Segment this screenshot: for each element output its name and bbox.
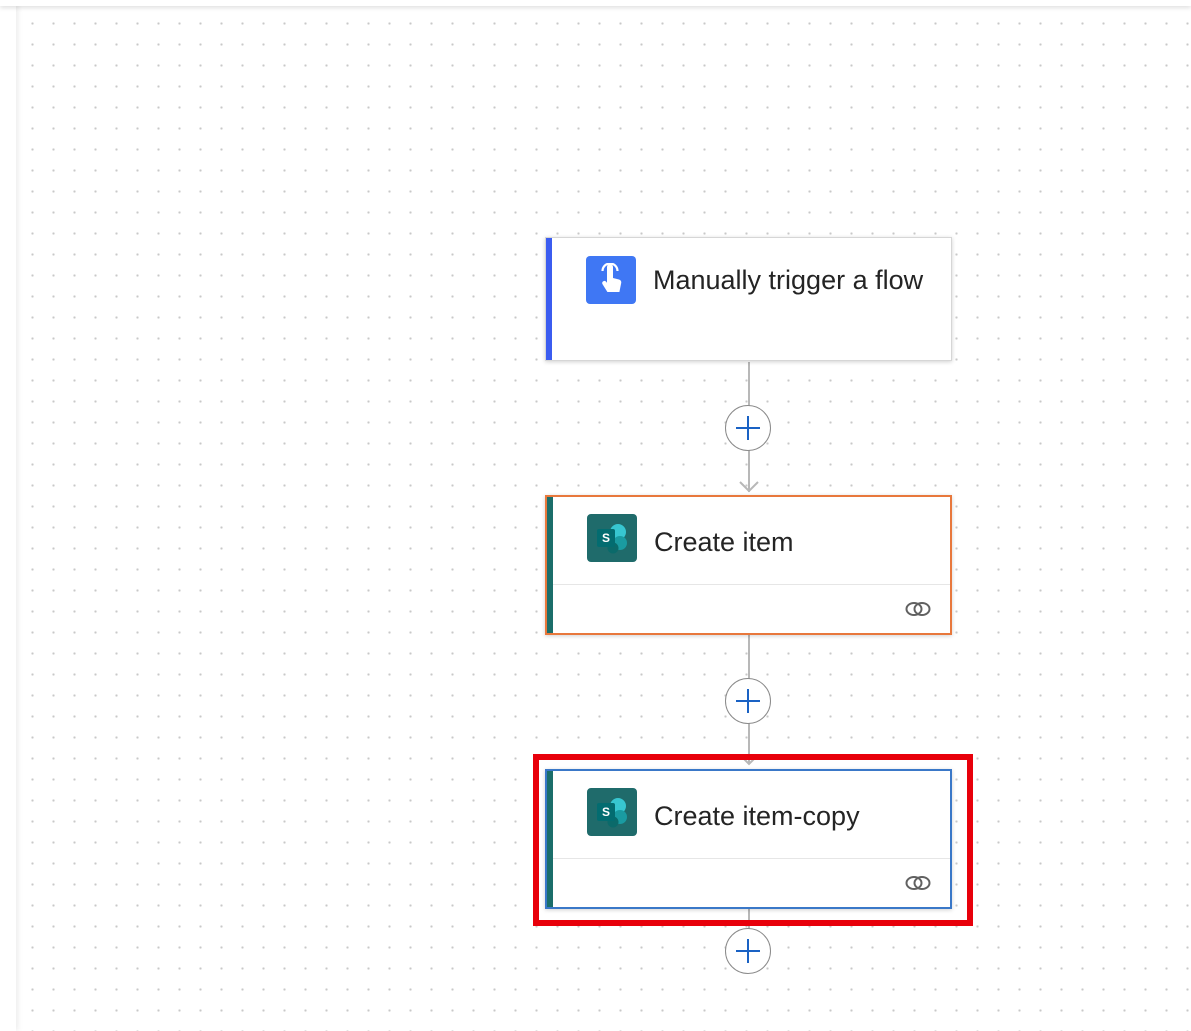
create-item-title: Create item [654, 527, 794, 557]
connector-line [748, 908, 750, 930]
add-step-button[interactable] [725, 928, 771, 974]
plus-icon [736, 416, 760, 440]
create-item-card[interactable]: S Create item [545, 495, 952, 635]
plus-icon [736, 689, 760, 713]
link-icon[interactable] [904, 599, 932, 619]
card-accent-bar [547, 497, 553, 633]
sharepoint-icon: S [587, 514, 637, 562]
add-step-button[interactable] [725, 678, 771, 724]
plus-icon [736, 939, 760, 963]
card-divider [553, 858, 950, 859]
left-panel-edge [0, 0, 16, 1031]
arrow-head-icon [739, 481, 759, 493]
card-accent-bar [547, 771, 553, 907]
link-icon[interactable] [904, 873, 932, 893]
trigger-card[interactable]: Manually trigger a flow [545, 237, 952, 361]
card-accent-bar [546, 238, 552, 360]
trigger-title: Manually trigger a flow [653, 265, 924, 295]
hand-touch-icon [586, 256, 636, 304]
svg-text:S: S [602, 805, 610, 819]
create-item-copy-title: Create item-copy [654, 801, 860, 831]
card-divider [553, 584, 950, 585]
sharepoint-icon: S [587, 788, 637, 836]
create-item-copy-card[interactable]: S Create item-copy [545, 769, 952, 909]
top-bar [0, 0, 1191, 6]
arrow-head-icon [739, 754, 759, 766]
add-step-button[interactable] [725, 405, 771, 451]
svg-text:S: S [602, 531, 610, 545]
